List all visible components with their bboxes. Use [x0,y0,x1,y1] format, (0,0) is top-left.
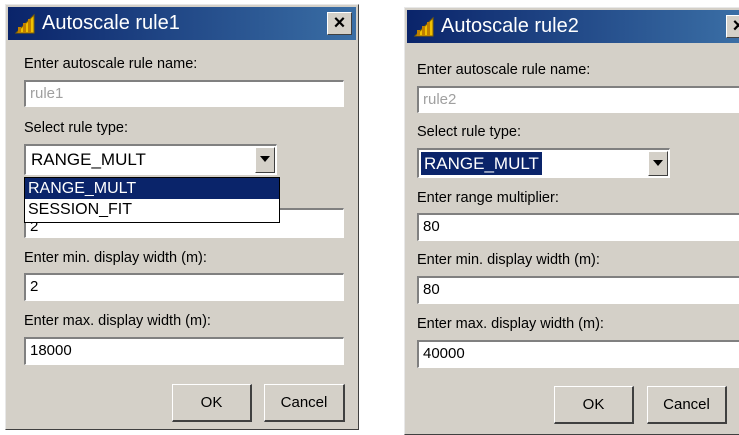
autoscale-rule1-dialog: Autoscale rule1 × Enter autoscale rule n… [5,4,359,430]
rule-name-input[interactable]: rule2 [417,86,739,113]
rule-type-label: Select rule type: [24,120,128,136]
title-bar[interactable]: Autoscale rule2 × [407,10,739,43]
rule-type-value: RANGE_MULT [31,150,146,169]
max-width-input[interactable]: 18000 [24,337,344,365]
chart-icon [14,13,35,34]
chart-icon [413,16,434,37]
min-width-label: Enter min. display width (m): [24,250,207,266]
window-title: Autoscale rule2 [441,15,579,37]
close-button[interactable]: × [327,12,352,35]
range-multiplier-label: Enter range multiplier: [417,190,559,206]
window-title: Autoscale rule1 [42,12,180,34]
cancel-button[interactable]: Cancel [264,384,345,422]
dropdown-button[interactable] [648,151,668,176]
close-icon: × [333,12,346,34]
ok-button[interactable]: OK [554,386,634,424]
max-width-label: Enter max. display width (m): [417,316,604,332]
chevron-down-icon [653,160,663,166]
rule-type-select[interactable]: RANGE_MULT [417,148,670,178]
range-multiplier-input[interactable]: 80 [417,213,739,241]
max-width-input[interactable]: 40000 [417,340,739,368]
min-width-label: Enter min. display width (m): [417,252,600,268]
close-button[interactable]: × [726,15,739,38]
autoscale-rule2-dialog: Autoscale rule2 × Enter autoscale rule n… [404,7,739,435]
rule-name-label: Enter autoscale rule name: [417,62,591,78]
rule-type-value: RANGE_MULT [420,151,543,176]
rule-type-label: Select rule type: [417,124,521,140]
rule-type-dropdown-list: RANGE_MULT SESSION_FIT [24,177,280,223]
close-icon: × [732,15,739,37]
rule-name-label: Enter autoscale rule name: [24,56,198,72]
ok-button[interactable]: OK [172,384,252,422]
rule-name-input[interactable]: rule1 [24,80,344,107]
min-width-input[interactable]: 80 [417,276,739,304]
option-session-fit[interactable]: SESSION_FIT [25,199,279,220]
title-bar[interactable]: Autoscale rule1 × [8,7,356,40]
dropdown-button[interactable] [255,147,275,173]
chevron-down-icon [260,156,270,162]
max-width-label: Enter max. display width (m): [24,313,211,329]
option-range-mult[interactable]: RANGE_MULT [25,178,279,199]
cancel-button[interactable]: Cancel [647,386,727,424]
min-width-input[interactable]: 2 [24,273,344,301]
rule-type-select[interactable]: RANGE_MULT [24,144,277,175]
